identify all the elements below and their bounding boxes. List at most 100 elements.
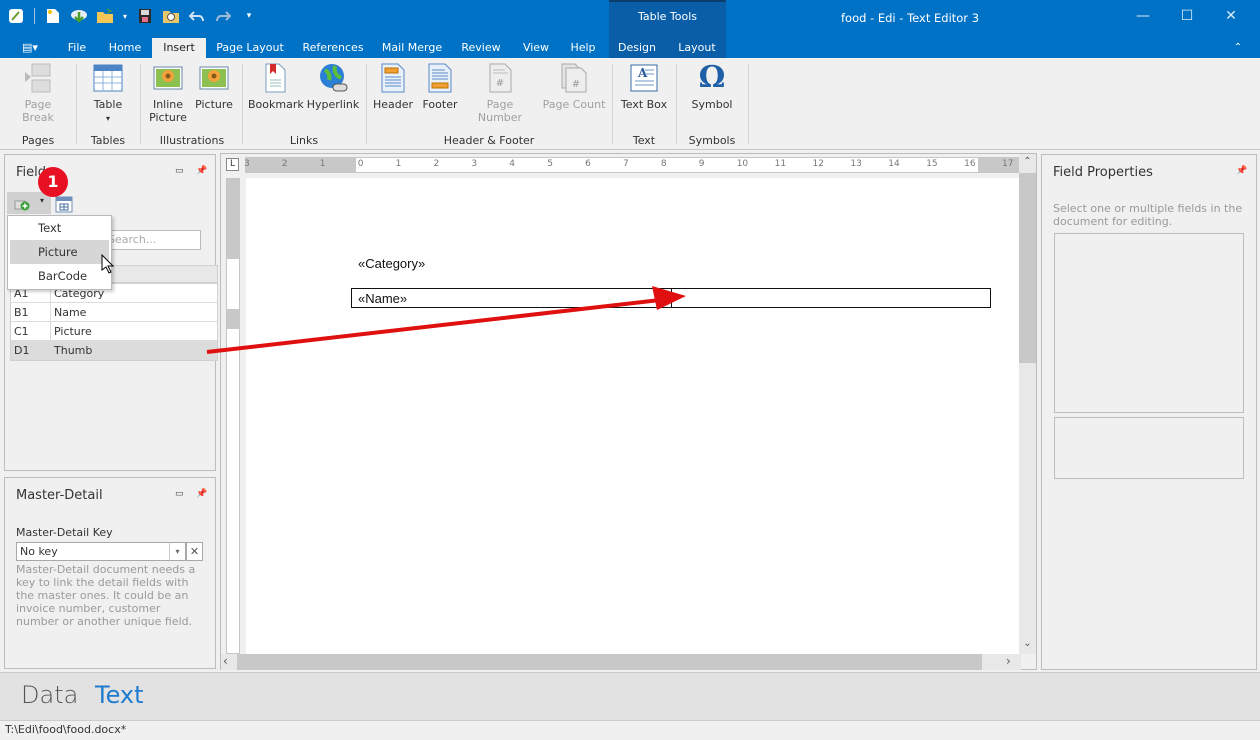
ruler-label: 2: [433, 159, 440, 169]
page-count-icon: #: [558, 62, 590, 94]
maximize-button[interactable]: ☐: [1172, 8, 1202, 24]
add-field-dropdown: Text Picture BarCode: [7, 215, 112, 290]
footer-icon: [424, 62, 456, 94]
redo-icon[interactable]: [213, 7, 233, 25]
picture-icon: [198, 62, 230, 94]
open-folder-icon[interactable]: [95, 7, 115, 25]
download-icon[interactable]: [69, 7, 89, 25]
tab-help[interactable]: Help: [564, 38, 602, 58]
app-menu-button[interactable]: ▤▾: [16, 38, 44, 58]
header-button[interactable]: Header: [370, 62, 416, 111]
customize-icon[interactable]: ▾: [239, 7, 259, 25]
text-box-button[interactable]: A Text Box: [618, 62, 670, 111]
name-table[interactable]: «Name»: [351, 288, 991, 308]
ribbon: Page Break Table ▾ Inline Picture Picture …: [0, 58, 1260, 150]
group-header-footer-label: Header & Footer: [443, 134, 535, 147]
field-search-input[interactable]: Search...: [105, 230, 201, 250]
vertical-ruler[interactable]: [226, 178, 240, 654]
table-cell-divider: [671, 289, 672, 307]
tab-view[interactable]: View: [516, 38, 556, 58]
category-merge-field[interactable]: «Category»: [358, 256, 425, 271]
separator: [34, 8, 35, 24]
collapse-ribbon-icon[interactable]: ⌃: [1228, 38, 1248, 58]
scroll-up-icon[interactable]: ⌃: [1019, 156, 1036, 167]
scroll-left-icon[interactable]: ‹: [223, 654, 228, 668]
open-dropdown-arrow[interactable]: ▾: [121, 7, 129, 25]
dropdown-item-text[interactable]: Text: [8, 216, 111, 240]
clear-key-button[interactable]: ✕: [186, 542, 203, 561]
page-break-button[interactable]: Page Break: [8, 62, 68, 124]
chevron-down-icon: ▾: [40, 196, 45, 205]
preview-icon[interactable]: [161, 7, 181, 25]
ruler-label: 6: [585, 159, 591, 169]
fields-panel: Fields ▭ 📌 ▾ Search... A1 Category B1 Name…: [4, 154, 218, 471]
tab-layout[interactable]: Layout: [672, 38, 722, 58]
picture-button[interactable]: Picture: [192, 62, 236, 111]
tab-references[interactable]: References: [298, 38, 368, 58]
hyperlink-button[interactable]: Hyperlink: [306, 62, 360, 111]
nav-text[interactable]: Text: [95, 681, 144, 709]
group-separator: [748, 64, 749, 144]
scrollbar-thumb[interactable]: [1019, 173, 1036, 363]
dropdown-item-picture[interactable]: Picture: [10, 240, 109, 264]
field-properties-hint: Select one or multiple fields in the doc…: [1053, 202, 1243, 228]
page-number-icon: #: [484, 62, 516, 94]
close-button[interactable]: ✕: [1216, 8, 1246, 24]
calendar-icon[interactable]: [55, 195, 73, 216]
tab-file[interactable]: File: [60, 38, 94, 58]
horizontal-scrollbar[interactable]: ‹ ›: [221, 654, 1021, 670]
scrollbar-thumb[interactable]: [237, 654, 982, 670]
tab-insert[interactable]: Insert: [152, 38, 206, 58]
ruler-label: 15: [926, 159, 938, 169]
maximize-panel-icon[interactable]: ▭: [175, 489, 184, 499]
name-merge-field[interactable]: «Name»: [358, 291, 407, 306]
scroll-right-icon[interactable]: ›: [1006, 654, 1011, 668]
file-path: T:\Edi\food\food.docx*: [5, 723, 127, 736]
tab-page-layout[interactable]: Page Layout: [212, 38, 288, 58]
scroll-down-icon[interactable]: ⌄: [1019, 638, 1036, 649]
vertical-scrollbar[interactable]: ⌃ ⌄: [1019, 154, 1036, 654]
maximize-panel-icon[interactable]: ▭: [175, 166, 184, 176]
nav-data[interactable]: Data: [21, 681, 78, 709]
inline-picture-button[interactable]: Inline Picture: [146, 62, 190, 124]
quick-access-toolbar: ▾ ▾: [6, 7, 259, 25]
ruler-label: 10: [736, 159, 749, 169]
page-number-button[interactable]: # Page Number: [464, 62, 536, 124]
group-links-label: Links: [289, 134, 319, 147]
dropdown-item-barcode[interactable]: BarCode: [8, 264, 111, 288]
ruler-label: 0: [357, 159, 364, 169]
table-button[interactable]: Table ▾: [84, 62, 132, 125]
document-page[interactable]: «Category» «Name»: [246, 178, 1021, 654]
symbol-button[interactable]: Ω Symbol: [684, 62, 740, 112]
horizontal-ruler[interactable]: 3 2 1 0 1 2 3 4 5 6 7 8 9 10 11 12 13 14 15 16 17: [244, 157, 1021, 173]
master-detail-key-select[interactable]: No key ▾: [16, 542, 186, 561]
minimize-button[interactable]: —: [1128, 8, 1158, 24]
table-tools-label: Table Tools: [637, 10, 698, 23]
tab-design[interactable]: Design: [612, 38, 662, 58]
tab-review[interactable]: Review: [456, 38, 506, 58]
app-icon[interactable]: [6, 7, 26, 25]
bookmark-button[interactable]: Bookmark: [248, 62, 304, 111]
table-row[interactable]: B1 Name: [11, 303, 217, 322]
ruler-label: 4: [509, 159, 516, 169]
add-field-button[interactable]: ▾: [7, 192, 51, 214]
ruler-label: 16: [964, 159, 976, 169]
pin-icon[interactable]: 📌: [1236, 166, 1247, 176]
pin-icon[interactable]: 📌: [196, 166, 207, 176]
inline-picture-icon: [152, 62, 184, 94]
chevron-down-icon[interactable]: ▾: [169, 543, 185, 560]
tab-stop-selector[interactable]: L: [226, 158, 239, 171]
document-area: L 3 2 1 0 1 2 3 4 5 6 7 8 9 10 11 12 13 14 15 16 17 «Categor…: [220, 153, 1037, 670]
tab-mail-merge[interactable]: Mail Merge: [378, 38, 446, 58]
pin-icon[interactable]: 📌: [196, 489, 207, 499]
new-doc-icon[interactable]: [43, 7, 63, 25]
table-row[interactable]: C1 Picture: [11, 322, 217, 341]
tab-home[interactable]: Home: [104, 38, 146, 58]
undo-icon[interactable]: [187, 7, 207, 25]
save-icon[interactable]: [135, 7, 155, 25]
table-row-selected[interactable]: D1 Thumb: [11, 341, 217, 360]
footer-button[interactable]: Footer: [418, 62, 462, 111]
step-badge: 1: [38, 167, 68, 197]
page-count-button[interactable]: # Page Count: [540, 62, 608, 111]
svg-text:#: #: [496, 78, 504, 89]
